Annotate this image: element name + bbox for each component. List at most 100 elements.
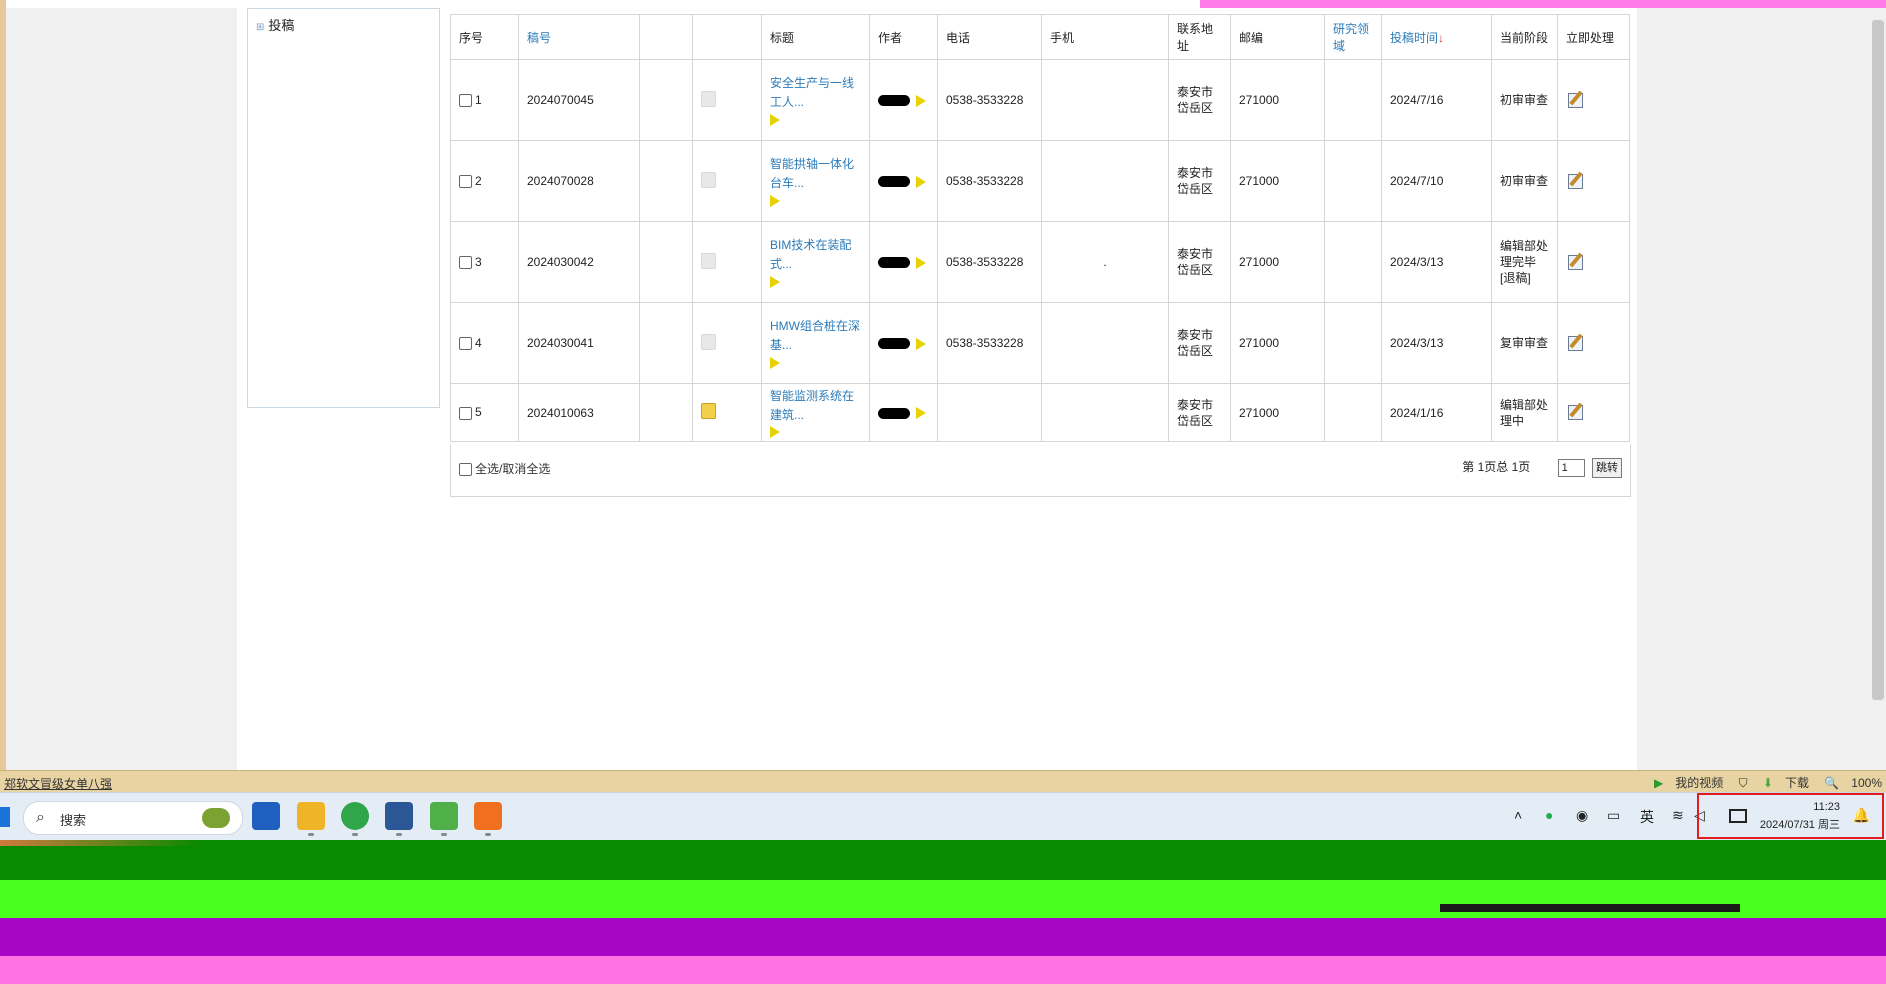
clock-area[interactable]: 11:23 2024/07/31 周三 🔔	[1697, 793, 1884, 839]
note-icon[interactable]	[701, 252, 716, 269]
row-number-cell: 3	[450, 221, 519, 303]
edit-icon[interactable]	[1566, 171, 1586, 189]
play-arrow-icon[interactable]	[770, 356, 780, 369]
tree-item-submit[interactable]: ⊞ 投稿	[256, 15, 294, 34]
redacted-author	[878, 338, 910, 350]
edit-icon[interactable]	[1566, 252, 1586, 270]
col-header-id[interactable]: 稿号	[518, 14, 640, 60]
note-cell	[692, 221, 762, 303]
note-icon[interactable]	[701, 403, 716, 419]
status-link[interactable]: 郑软文冒级女单八强	[4, 775, 112, 792]
row-checkbox[interactable]	[459, 175, 472, 189]
zoom-icon[interactable]: 🔍	[1824, 776, 1839, 790]
edit-icon[interactable]	[1566, 90, 1586, 108]
manuscript-title-link[interactable]: HMW组合桩在深基...	[770, 317, 861, 355]
zip: 271000	[1230, 140, 1325, 222]
manuscript-title-link[interactable]: 智能监测系统在建筑...	[770, 387, 861, 425]
stage: 复审审查	[1491, 302, 1558, 384]
blank-cell	[639, 59, 693, 141]
mobile	[1041, 59, 1169, 141]
blank-cell	[639, 302, 693, 384]
glitch-band	[0, 918, 1886, 956]
chevron-up-icon[interactable]: ˄	[1514, 807, 1522, 823]
phone: 0538-3533228	[937, 302, 1042, 384]
row-checkbox[interactable]	[459, 337, 472, 351]
wifi-icon[interactable]: ≋	[1672, 807, 1684, 824]
play-arrow-icon[interactable]	[916, 256, 926, 269]
play-arrow-icon[interactable]	[916, 337, 926, 350]
play-arrow-icon[interactable]	[770, 275, 780, 288]
jump-button[interactable]: 跳转	[1592, 458, 1622, 478]
edit-icon[interactable]	[1566, 402, 1586, 420]
row-checkbox[interactable]	[459, 94, 472, 108]
vertical-scrollbar[interactable]	[1872, 20, 1884, 700]
title-cell: BIM技术在装配式...	[761, 221, 870, 303]
row-number: 4	[475, 335, 482, 350]
word-icon[interactable]	[385, 802, 413, 830]
col-header-blank-1	[639, 14, 693, 60]
video-icon[interactable]: ▶	[1654, 776, 1663, 790]
qq-icon[interactable]: ◉	[1576, 807, 1588, 824]
download-label[interactable]: 下载	[1785, 776, 1809, 790]
glitch-band	[0, 840, 1886, 984]
play-arrow-icon[interactable]	[770, 426, 780, 439]
note-icon[interactable]	[701, 171, 716, 188]
wechat-icon[interactable]: ●	[1545, 807, 1553, 823]
note-icon[interactable]	[701, 90, 716, 107]
col-header-number: 序号	[450, 14, 519, 60]
zoom-level[interactable]: 100%	[1851, 776, 1882, 790]
top-strip	[0, 0, 1886, 8]
play-arrow-icon[interactable]	[770, 194, 780, 207]
title-cell: 安全生产与一线工人...	[761, 59, 870, 141]
phone: 0538-3533228	[937, 221, 1042, 303]
play-arrow-icon[interactable]	[916, 407, 926, 420]
notification-bell-icon[interactable]: 🔔	[1853, 807, 1870, 824]
submit-date: 2024/7/10	[1381, 140, 1492, 222]
row-checkbox[interactable]	[459, 406, 472, 420]
file-explorer-icon[interactable]	[297, 802, 325, 830]
ime-indicator[interactable]: 英	[1640, 807, 1654, 827]
wps-icon[interactable]	[474, 802, 502, 830]
left-edge	[0, 0, 6, 770]
stage: 初审审查	[1491, 59, 1558, 141]
my-video-label[interactable]: 我的视频	[1675, 776, 1723, 790]
shield-icon[interactable]: ⛉	[1739, 776, 1748, 790]
status-right-group: ▶ 我的视频 ⛉ ⬇ 下载 🔍 100%	[1642, 774, 1882, 791]
keyboard-icon[interactable]: ▭	[1607, 807, 1620, 824]
action-cell	[1557, 59, 1630, 141]
table-header-row: 序号 稿号 标题 作者 电话 手机 联系地址 邮编 研究领域 投稿时间↓ 当前阶…	[450, 14, 1630, 60]
start-button[interactable]	[0, 807, 10, 827]
note-icon[interactable]	[701, 333, 716, 350]
table-footer: 全选/取消全选 第 1页总 1页 1 跳转	[450, 444, 1631, 497]
page-info: 第 1页总 1页	[1462, 460, 1531, 475]
submit-date: 2024/1/16	[1381, 383, 1492, 442]
edit-icon[interactable]	[1566, 333, 1586, 351]
mobile	[1041, 383, 1169, 442]
running-indicator	[485, 833, 491, 836]
browser-icon[interactable]	[341, 802, 369, 830]
manuscript-title-link[interactable]: BIM技术在装配式...	[770, 236, 861, 274]
col-header-date[interactable]: 投稿时间↓	[1381, 14, 1492, 60]
clock-time: 11:23	[1813, 801, 1840, 813]
remote-desktop-icon[interactable]	[430, 802, 458, 830]
play-arrow-icon[interactable]	[770, 113, 780, 126]
manuscript-title-link[interactable]: 智能拱轴一体化台车...	[770, 155, 861, 193]
mail-app-icon[interactable]	[252, 802, 280, 830]
play-arrow-icon[interactable]	[916, 94, 926, 107]
row-number: 5	[475, 405, 482, 420]
taskbar-search[interactable]: ⌕ 搜索	[23, 801, 243, 835]
play-arrow-icon[interactable]	[916, 175, 926, 188]
row-number: 2	[475, 173, 482, 188]
col-header-field[interactable]: 研究领域	[1324, 14, 1382, 60]
redacted-author	[878, 176, 910, 188]
running-indicator	[396, 833, 402, 836]
row-checkbox[interactable]	[459, 256, 472, 270]
running-indicator	[441, 833, 447, 836]
select-all-control[interactable]: 全选/取消全选	[459, 460, 550, 477]
page-number-input[interactable]: 1	[1557, 459, 1585, 477]
clock-date: 2024/07/31 周三	[1759, 819, 1840, 831]
download-arrow-icon[interactable]: ⬇	[1763, 776, 1773, 790]
table-row: 2 2024070028 智能拱轴一体化台车... 0538-3533228 泰安市岱岳…	[450, 140, 1630, 222]
manuscript-title-link[interactable]: 安全生产与一线工人...	[770, 74, 861, 112]
select-all-checkbox[interactable]	[459, 463, 472, 477]
